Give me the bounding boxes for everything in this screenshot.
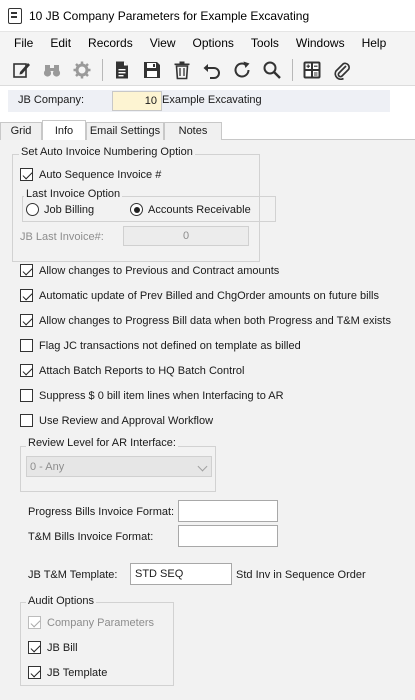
company-code-field[interactable]: 10 bbox=[112, 91, 162, 111]
menu-windows[interactable]: Windows bbox=[282, 36, 345, 50]
title-bar: 10 JB Company Parameters for Example Exc… bbox=[0, 0, 415, 32]
last-invoice-legend: Last Invoice Option bbox=[24, 188, 123, 200]
save-icon[interactable] bbox=[139, 57, 165, 83]
tab-info[interactable]: Info bbox=[42, 120, 86, 141]
menu-options[interactable]: Options bbox=[179, 36, 234, 50]
allow-prev-contract-checkbox[interactable]: Allow changes to Previous and Contract a… bbox=[20, 264, 279, 277]
accounts-receivable-radio[interactable]: Accounts Receivable bbox=[130, 203, 251, 216]
document-icon[interactable] bbox=[109, 57, 135, 83]
auto-update-prev-billed-checkbox[interactable]: Automatic update of Prev Billed and ChgO… bbox=[20, 289, 379, 302]
auto-invoice-legend: Set Auto Invoice Numbering Option bbox=[19, 146, 195, 158]
menu-help[interactable]: Help bbox=[348, 36, 387, 50]
auto-sequence-checkbox[interactable]: Auto Sequence Invoice # bbox=[20, 168, 161, 181]
refresh-icon[interactable] bbox=[229, 57, 255, 83]
template-field[interactable]: STD SEQ bbox=[130, 563, 232, 585]
menu-records[interactable]: Records bbox=[74, 36, 133, 50]
option-label: Automatic update of Prev Billed and ChgO… bbox=[39, 289, 379, 302]
radio-circle[interactable] bbox=[26, 203, 39, 216]
checkbox-box[interactable] bbox=[20, 389, 33, 402]
audit-company-parameters-checkbox[interactable]: Company Parameters bbox=[28, 616, 154, 629]
review-level-value: 0 - Any bbox=[30, 461, 65, 473]
attach-batch-reports-checkbox[interactable]: Attach Batch Reports to HQ Batch Control bbox=[20, 364, 244, 377]
checkbox-box[interactable] bbox=[28, 616, 41, 629]
checkbox-box[interactable] bbox=[20, 414, 33, 427]
review-approval-workflow-checkbox[interactable]: Use Review and Approval Workflow bbox=[20, 414, 213, 427]
menu-file[interactable]: File bbox=[0, 36, 33, 50]
progress-format-label: Progress Bills Invoice Format: bbox=[28, 506, 175, 518]
option-label: Flag JC transactions not defined on temp… bbox=[39, 339, 301, 352]
search-icon[interactable] bbox=[259, 57, 285, 83]
template-label: JB T&M Template: bbox=[28, 569, 118, 581]
option-label: Suppress $ 0 bill item lines when Interf… bbox=[39, 389, 284, 402]
edit-icon[interactable] bbox=[9, 57, 35, 83]
option-label: Allow changes to Previous and Contract a… bbox=[39, 264, 280, 277]
company-label: JB Company: bbox=[18, 94, 85, 106]
audit-jb-template-checkbox[interactable]: JB Template bbox=[28, 666, 107, 679]
jb-last-invoice-field[interactable]: 0 bbox=[123, 226, 249, 246]
menu-view[interactable]: View bbox=[136, 36, 176, 50]
settings-icon[interactable] bbox=[69, 57, 95, 83]
allow-progress-bill-changes-checkbox[interactable]: Allow changes to Progress Bill data when… bbox=[20, 314, 391, 327]
option-label: Attach Batch Reports to HQ Batch Control bbox=[39, 364, 245, 377]
checkbox-box[interactable] bbox=[20, 339, 33, 352]
app-icon bbox=[8, 7, 22, 24]
tab-email-settings[interactable]: Email Settings bbox=[86, 122, 164, 140]
company-name: Example Excavating bbox=[162, 94, 262, 106]
suppress-zero-lines-checkbox[interactable]: Suppress $ 0 bill item lines when Interf… bbox=[20, 389, 284, 402]
audit-label: JB Template bbox=[47, 666, 108, 679]
radio-circle[interactable] bbox=[130, 203, 143, 216]
audit-options-legend: Audit Options bbox=[26, 595, 97, 607]
audit-label: JB Bill bbox=[47, 641, 78, 654]
checkbox-box[interactable] bbox=[20, 364, 33, 377]
review-level-select[interactable]: 0 - Any bbox=[26, 456, 212, 477]
company-row: JB Company: 10 Example Excavating bbox=[8, 90, 390, 112]
accounts-receivable-label: Accounts Receivable bbox=[148, 203, 251, 216]
attachment-icon[interactable] bbox=[329, 57, 355, 83]
audit-label: Company Parameters bbox=[47, 616, 154, 629]
jb-last-invoice-label: JB Last Invoice#: bbox=[20, 231, 104, 243]
menu-edit[interactable]: Edit bbox=[36, 36, 71, 50]
checkbox-box[interactable] bbox=[20, 168, 33, 181]
chevron-down-icon bbox=[197, 461, 208, 472]
info-panel: Set Auto Invoice Numbering Option Auto S… bbox=[0, 140, 415, 700]
option-label: Allow changes to Progress Bill data when… bbox=[39, 314, 391, 327]
tab-notes[interactable]: Notes bbox=[164, 122, 222, 140]
auto-sequence-label: Auto Sequence Invoice # bbox=[39, 168, 162, 181]
binoculars-icon[interactable] bbox=[39, 57, 65, 83]
tm-format-label: T&M Bills Invoice Format: bbox=[28, 531, 154, 543]
menu-bar: File Edit Records View Options Tools Win… bbox=[0, 32, 415, 54]
toolbar-separator bbox=[102, 58, 103, 81]
window-title: 10 JB Company Parameters for Example Exc… bbox=[29, 8, 310, 23]
toolbar-separator bbox=[292, 58, 293, 81]
undo-icon[interactable] bbox=[199, 57, 225, 83]
review-level-legend: Review Level for AR Interface: bbox=[26, 437, 178, 449]
checkbox-box[interactable] bbox=[28, 666, 41, 679]
tm-format-field[interactable] bbox=[178, 525, 278, 547]
tab-strip: Grid Info Email Settings Notes bbox=[0, 120, 415, 141]
template-description: Std Inv in Sequence Order bbox=[236, 569, 366, 581]
delete-icon[interactable] bbox=[169, 57, 195, 83]
job-billing-radio[interactable]: Job Billing bbox=[26, 203, 94, 216]
checkbox-box[interactable] bbox=[20, 289, 33, 302]
progress-format-field[interactable] bbox=[178, 500, 278, 522]
option-label: Use Review and Approval Workflow bbox=[39, 414, 214, 427]
audit-jb-bill-checkbox[interactable]: JB Bill bbox=[28, 641, 78, 654]
toolbar bbox=[0, 54, 415, 86]
job-billing-label: Job Billing bbox=[44, 203, 95, 216]
calculator-icon[interactable] bbox=[299, 57, 325, 83]
checkbox-box[interactable] bbox=[20, 264, 33, 277]
flag-jc-transactions-checkbox[interactable]: Flag JC transactions not defined on temp… bbox=[20, 339, 301, 352]
checkbox-box[interactable] bbox=[20, 314, 33, 327]
tab-grid[interactable]: Grid bbox=[0, 122, 42, 140]
checkbox-box[interactable] bbox=[28, 641, 41, 654]
menu-tools[interactable]: Tools bbox=[237, 36, 279, 50]
